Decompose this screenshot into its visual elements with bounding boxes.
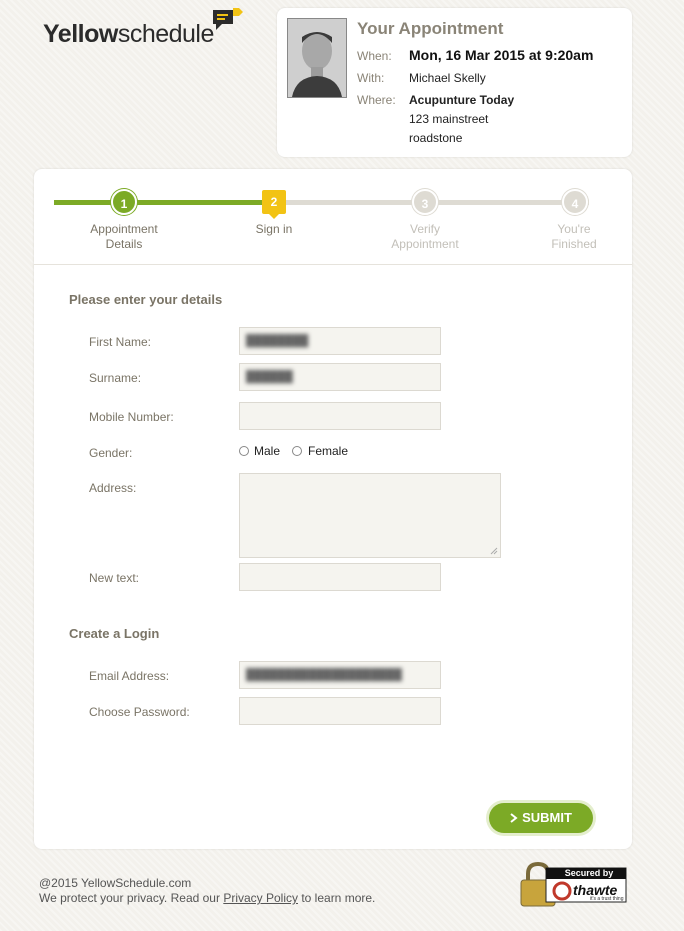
gender-male-radio[interactable] xyxy=(239,446,249,456)
gender-label: Gender: xyxy=(89,446,133,460)
email-input[interactable]: ████████████████████ xyxy=(239,661,441,689)
step-3-label-line-2: Appointment xyxy=(391,237,459,251)
step-4-label: You're Finished xyxy=(519,222,629,252)
footer-copyright: @2015 YellowSchedule.com xyxy=(39,876,192,890)
with-value: Michael Skelly xyxy=(409,71,486,85)
step-1-label: Appointment Details xyxy=(69,222,179,252)
step-4-label-line-1: You're xyxy=(557,222,591,236)
footer-privacy-text: We protect your privacy. Read our Privac… xyxy=(39,891,375,906)
password-label: Choose Password: xyxy=(89,705,190,719)
where-name: Acupunture Today xyxy=(409,93,515,107)
first-name-value: ████████ xyxy=(246,335,309,347)
when-value: Mon, 16 Mar 2015 at 9:20am xyxy=(409,47,594,63)
address-line-1: 123 mainstreet xyxy=(409,112,489,126)
surname-label: Surname: xyxy=(89,371,142,385)
seal-tagline: it's a trust thing xyxy=(590,896,624,902)
brand-logo[interactable]: Yellowschedule xyxy=(43,20,214,49)
surname-input[interactable]: ██████ xyxy=(239,363,441,391)
footer: @2015 YellowSchedule.com We protect your… xyxy=(39,876,375,906)
login-section-title: Create a Login xyxy=(69,626,160,641)
progress-track-complete xyxy=(54,200,274,205)
step-3-label: Verify Appointment xyxy=(370,222,480,252)
resize-handle-icon[interactable] xyxy=(490,547,498,555)
new-text-input[interactable] xyxy=(239,563,441,591)
new-text-label: New text: xyxy=(89,571,140,585)
address-line-2: roadstone xyxy=(409,131,463,145)
step-1-circle: 1 xyxy=(111,189,137,215)
gender-female-label[interactable]: Female xyxy=(308,444,348,458)
seal-secured-by: Secured by xyxy=(564,868,614,878)
step-1-label-line-1: Appointment xyxy=(90,222,158,236)
submit-button[interactable]: SUBMIT xyxy=(489,803,593,833)
signup-form-card: 1 Appointment Details 2 Sign in 3 Verify… xyxy=(34,169,632,849)
mobile-label: Mobile Number: xyxy=(89,410,174,424)
step-2-marker: 2 xyxy=(262,190,286,214)
submit-label: SUBMIT xyxy=(522,810,572,825)
step-4-label-line-2: Finished xyxy=(551,237,597,251)
appointment-title: Your Appointment xyxy=(357,19,504,38)
chat-bubble-icon xyxy=(213,8,243,30)
progress-steps: 1 Appointment Details 2 Sign in 3 Verify… xyxy=(34,169,632,265)
security-seal[interactable]: Secured by thawte it's a trust thing xyxy=(520,861,628,908)
address-textarea[interactable] xyxy=(239,473,501,558)
logo-light-text: schedule xyxy=(117,20,215,48)
gender-female-radio[interactable] xyxy=(292,446,302,456)
password-input[interactable] xyxy=(239,697,441,725)
address-label: Address: xyxy=(89,481,137,495)
gender-male-label[interactable]: Male xyxy=(254,444,280,458)
step-2-label: Sign in xyxy=(219,222,329,237)
step-3-circle: 3 xyxy=(412,189,438,215)
chevron-right-icon xyxy=(510,813,518,823)
appointment-card: Your Appointment When: Mon, 16 Mar 2015 … xyxy=(277,8,632,157)
step-4-circle: 4 xyxy=(562,189,588,215)
first-name-label: First Name: xyxy=(89,335,152,349)
privacy-prefix: We protect your privacy. Read our xyxy=(39,891,224,905)
where-label: Where: xyxy=(357,93,396,107)
logo-bold-text: Yellow xyxy=(43,20,118,48)
privacy-suffix: to learn more. xyxy=(298,891,376,905)
details-section-title: Please enter your details xyxy=(69,292,223,307)
step-2-pointer-icon xyxy=(268,213,280,219)
when-label: When: xyxy=(357,49,392,63)
privacy-policy-link[interactable]: Privacy Policy xyxy=(223,891,298,905)
step-1-label-line-2: Details xyxy=(105,237,143,251)
step-3-label-line-1: Verify xyxy=(409,222,440,236)
gender-radio-group: Male Female xyxy=(239,444,369,461)
mobile-input[interactable] xyxy=(239,402,441,430)
first-name-input[interactable]: ████████ xyxy=(239,327,441,355)
step-2-label-line-1: Sign in xyxy=(255,222,293,236)
provider-avatar xyxy=(287,18,347,98)
surname-value: ██████ xyxy=(246,371,293,383)
email-value: ████████████████████ xyxy=(246,669,402,681)
with-label: With: xyxy=(357,71,385,85)
email-label: Email Address: xyxy=(89,669,170,683)
